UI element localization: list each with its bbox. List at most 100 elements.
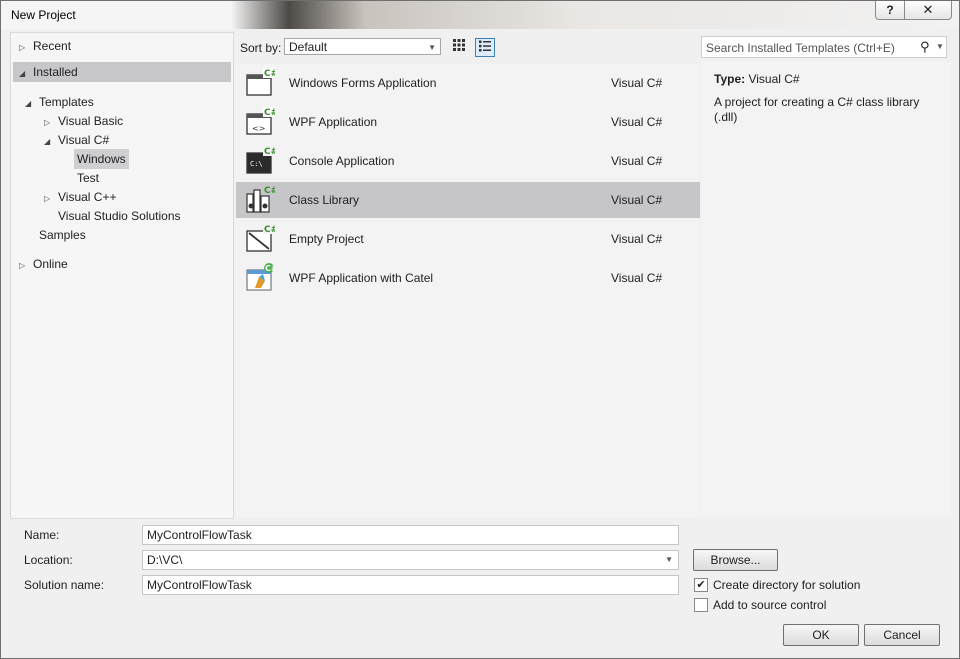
dropdown-arrow-icon[interactable]: ▼ [665, 551, 673, 569]
template-name: Empty Project [289, 232, 364, 246]
location-value: D:\VC\ [147, 553, 183, 567]
view-grid-button[interactable] [449, 38, 469, 57]
expand-arrow-icon[interactable]: ▷ [19, 38, 33, 58]
template-tree: ▷ Recent ◢ Installed ◢ Templates ▷ Visual Ba… [10, 32, 234, 519]
tree-item-installed[interactable]: ◢ Installed [13, 62, 231, 82]
template-name: Windows Forms Application [289, 76, 437, 90]
create-directory-checkbox[interactable]: ✔ [694, 577, 708, 592]
window-title: New Project [11, 8, 76, 22]
tree-item-label: Test [77, 171, 100, 185]
expand-arrow-icon[interactable]: ▷ [19, 256, 33, 276]
template-list: C# Windows Forms Application Visual C# <… [236, 64, 700, 518]
sort-by-value: Default [289, 40, 328, 54]
svg-text:C#: C# [264, 69, 275, 79]
new-project-dialog: New Project ? ✕ ▷ Recent ◢ Installed ◢ Temp… [0, 0, 960, 659]
source-control-checkbox[interactable] [694, 597, 708, 612]
template-language: Visual C# [611, 271, 663, 285]
tree-item-visual-basic[interactable]: ▷ Visual Basic [44, 111, 123, 131]
tree-item-online[interactable]: ▷ Online [19, 254, 68, 274]
template-item-windows-forms[interactable]: C# Windows Forms Application Visual C# [236, 65, 700, 101]
tree-item-label: Visual C# [58, 133, 110, 147]
template-name: WPF Application with Catel [289, 271, 434, 285]
view-list-button[interactable] [475, 38, 495, 57]
help-button[interactable]: ? [875, 1, 905, 20]
wpf-catel-icon: C# [246, 263, 275, 291]
create-directory-option[interactable]: ✔ Create directory for solution [694, 577, 860, 593]
source-control-label: Add to source control [713, 598, 827, 612]
template-language: Visual C# [611, 115, 663, 129]
svg-text:C#: C# [264, 186, 275, 196]
name-label: Name: [24, 528, 60, 542]
tree-item-label: Templates [39, 95, 94, 109]
svg-text:<>: <> [252, 124, 265, 133]
template-language: Visual C# [611, 154, 663, 168]
tree-item-label: Recent [33, 39, 72, 53]
template-language: Visual C# [611, 232, 663, 246]
source-control-option[interactable]: Add to source control [694, 597, 826, 613]
collapse-arrow-icon[interactable]: ◢ [19, 64, 33, 84]
svg-text:C#: C# [265, 264, 275, 273]
browse-button[interactable]: Browse... [693, 549, 778, 571]
template-description: A project for creating a C# class librar… [714, 95, 920, 124]
location-label: Location: [24, 553, 73, 567]
title-bar: New Project ? ✕ [1, 1, 959, 29]
tree-item-recent[interactable]: ▷ Recent [19, 36, 71, 56]
template-type: Type: Visual C# [714, 72, 800, 86]
cancel-button[interactable]: Cancel [864, 624, 940, 646]
tree-item-label: Online [33, 257, 68, 271]
svg-text:C:\: C:\ [250, 160, 263, 168]
tree-item-windows[interactable]: Windows [74, 149, 129, 169]
collapse-arrow-icon[interactable]: ◢ [44, 132, 58, 152]
grid-view-icon [453, 39, 465, 51]
tree-item-samples[interactable]: Samples [39, 225, 86, 245]
list-view-icon [479, 40, 491, 52]
type-label: Type: [714, 72, 746, 86]
class-library-icon: C# [246, 185, 275, 213]
create-directory-label: Create directory for solution [713, 578, 861, 592]
tree-item-label: Visual Studio Solutions [58, 209, 181, 223]
search-dropdown-arrow-icon[interactable]: ▼ [936, 42, 944, 51]
sort-by-dropdown[interactable]: Default ▼ [284, 38, 441, 55]
svg-text:C#: C# [264, 147, 275, 157]
ok-button[interactable]: OK [783, 624, 859, 646]
template-item-wpf-application[interactable]: <> C# WPF Application Visual C# [236, 104, 700, 140]
expand-arrow-icon[interactable]: ▷ [44, 189, 58, 209]
template-toolbar: Sort by: Default ▼ [236, 35, 700, 59]
wpf-application-icon: <> C# [246, 107, 275, 135]
search-input[interactable] [702, 37, 918, 59]
template-item-class-library[interactable]: C# Class Library Visual C# [236, 182, 700, 218]
dropdown-arrow-icon: ▼ [428, 43, 436, 52]
template-language: Visual C# [611, 76, 663, 90]
template-search-box[interactable]: ⚲ ▼ [701, 36, 947, 59]
tree-item-label: Visual Basic [58, 114, 124, 128]
console-application-icon: C:\ C# [246, 146, 275, 174]
close-button[interactable]: ✕ [904, 1, 952, 20]
search-icon[interactable]: ⚲ [920, 39, 930, 55]
location-field[interactable]: D:\VC\ ▼ [142, 550, 679, 570]
tree-item-visual-csharp[interactable]: ◢ Visual C# [44, 130, 109, 150]
template-language: Visual C# [611, 193, 663, 207]
name-field[interactable]: MyControlFlowTask [142, 525, 679, 545]
svg-text:C#: C# [264, 108, 275, 118]
sort-by-label: Sort by: [240, 41, 282, 55]
svg-text:C#: C# [264, 225, 275, 235]
tree-item-label: Visual C++ [58, 190, 117, 204]
solution-name-label: Solution name: [24, 578, 105, 592]
template-item-empty-project[interactable]: C# Empty Project Visual C# [236, 221, 700, 257]
tree-item-label: Samples [39, 228, 86, 242]
collapse-arrow-icon[interactable]: ◢ [25, 94, 39, 114]
type-value: Visual C# [748, 72, 800, 86]
template-item-wpf-catel[interactable]: C# WPF Application with Catel Visual C# [236, 260, 700, 296]
tree-item-templates[interactable]: ◢ Templates [25, 92, 94, 112]
solution-name-field[interactable]: MyControlFlowTask [142, 575, 679, 595]
template-item-console-application[interactable]: C:\ C# Console Application Visual C# [236, 143, 700, 179]
tree-item-visual-cpp[interactable]: ▷ Visual C++ [44, 187, 116, 207]
template-name: WPF Application [289, 115, 378, 129]
empty-project-icon: C# [246, 224, 275, 252]
template-name: Class Library [289, 193, 360, 207]
template-name: Console Application [289, 154, 395, 168]
tree-item-test[interactable]: Test [77, 168, 99, 188]
windows-forms-icon: C# [246, 68, 275, 96]
tree-item-vs-solutions[interactable]: Visual Studio Solutions [58, 206, 181, 226]
tree-item-label: Windows [77, 152, 126, 166]
